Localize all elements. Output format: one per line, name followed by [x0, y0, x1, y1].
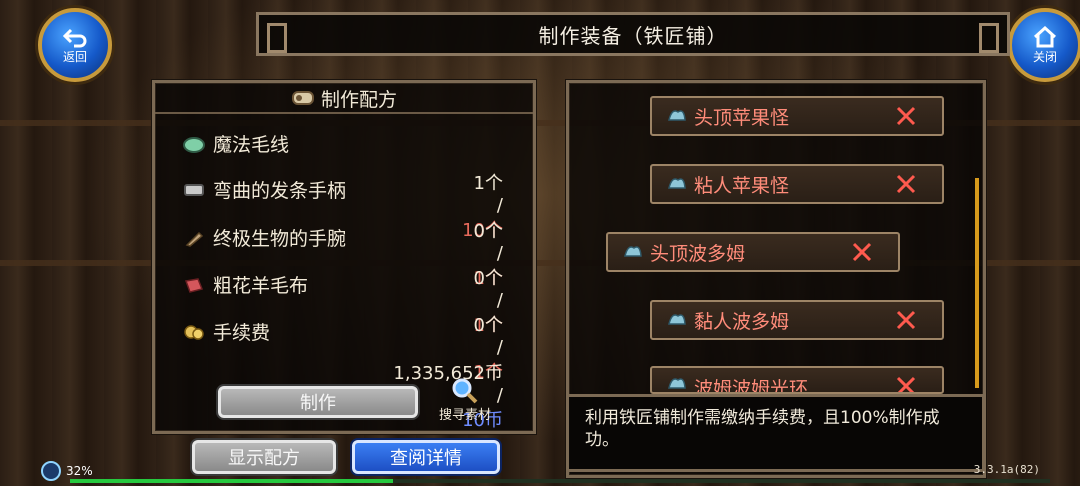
close-icon[interactable]	[894, 172, 918, 196]
battery-percent: 32%	[66, 464, 93, 478]
home-icon	[1033, 25, 1057, 47]
view-details-label: 查阅详情	[390, 448, 462, 469]
close-icon[interactable]	[850, 240, 874, 264]
monster-icon	[624, 246, 642, 257]
monster-name: 头顶波多姆	[650, 242, 746, 265]
material-qty: 0个 / 1个	[183, 290, 503, 383]
monster-icon	[668, 314, 686, 325]
monster-item[interactable]: 头顶苹果怪	[650, 96, 944, 136]
monster-list-scrollbar[interactable]	[975, 178, 979, 388]
search-materials-label: 搜寻素材	[438, 408, 491, 423]
monster-item[interactable]: 粘人苹果怪	[650, 164, 944, 204]
monster-item[interactable]: 黏人波多姆	[650, 300, 944, 340]
monster-icon	[668, 178, 686, 189]
search-materials-button[interactable]: 搜寻素材	[432, 378, 498, 424]
monster-item-selected[interactable]: 头顶波多姆	[606, 232, 900, 272]
monster-name: 黏人波多姆	[694, 310, 790, 333]
info-text: 利用铁匠铺制作需缴纳手续费，且100%制作成功。	[585, 408, 940, 450]
close-icon[interactable]	[894, 374, 918, 394]
recipe-scroll-icon	[291, 91, 314, 105]
monster-item[interactable]: 波姆波姆光环	[650, 366, 944, 394]
page-title-bar: 制作装备（铁匠铺）	[256, 12, 1010, 56]
title-ornament	[267, 23, 287, 53]
show-recipe-label: 显示配方	[228, 448, 300, 469]
recipe-title: 制作配方	[155, 84, 533, 114]
info-box: 利用铁匠铺制作需缴纳手续费，且100%制作成功。	[566, 394, 985, 472]
close-button[interactable]: 关闭	[1008, 8, 1080, 82]
version-label: 3.3.1a(82)	[973, 463, 1040, 476]
monster-icon	[668, 110, 686, 121]
show-recipe-button[interactable]: 显示配方	[192, 440, 336, 474]
monster-name: 粘人苹果怪	[694, 174, 790, 197]
fee-qty: 1,335,652币 / 10币	[183, 338, 503, 431]
back-label: 返回	[62, 49, 87, 64]
magnifier-icon	[452, 378, 478, 404]
close-icon[interactable]	[894, 104, 918, 128]
close-icon[interactable]	[894, 308, 918, 332]
material-qty: 1个 / 10个	[183, 148, 503, 241]
monster-icon	[668, 378, 686, 389]
monster-name: 波姆波姆光环	[694, 378, 809, 394]
view-details-button[interactable]: 查阅详情	[352, 440, 500, 474]
craft-button[interactable]: 制作	[218, 386, 418, 418]
loading-progress-fill	[70, 479, 394, 483]
recipe-title-text: 制作配方	[320, 88, 397, 111]
material-qty: 0个 / 1个	[183, 196, 503, 289]
close-label: 关闭	[1032, 49, 1057, 64]
monster-name: 头顶苹果怪	[694, 106, 790, 129]
battery-ring-icon	[41, 461, 61, 481]
back-arrow-icon	[62, 28, 87, 47]
craft-label: 制作	[300, 393, 336, 414]
back-button[interactable]: 返回	[38, 8, 112, 82]
loading-progress	[70, 479, 1050, 483]
material-qty: 0个 / 1个	[183, 243, 503, 336]
title-ornament	[979, 23, 999, 53]
page-title: 制作装备（铁匠铺）	[538, 23, 728, 48]
